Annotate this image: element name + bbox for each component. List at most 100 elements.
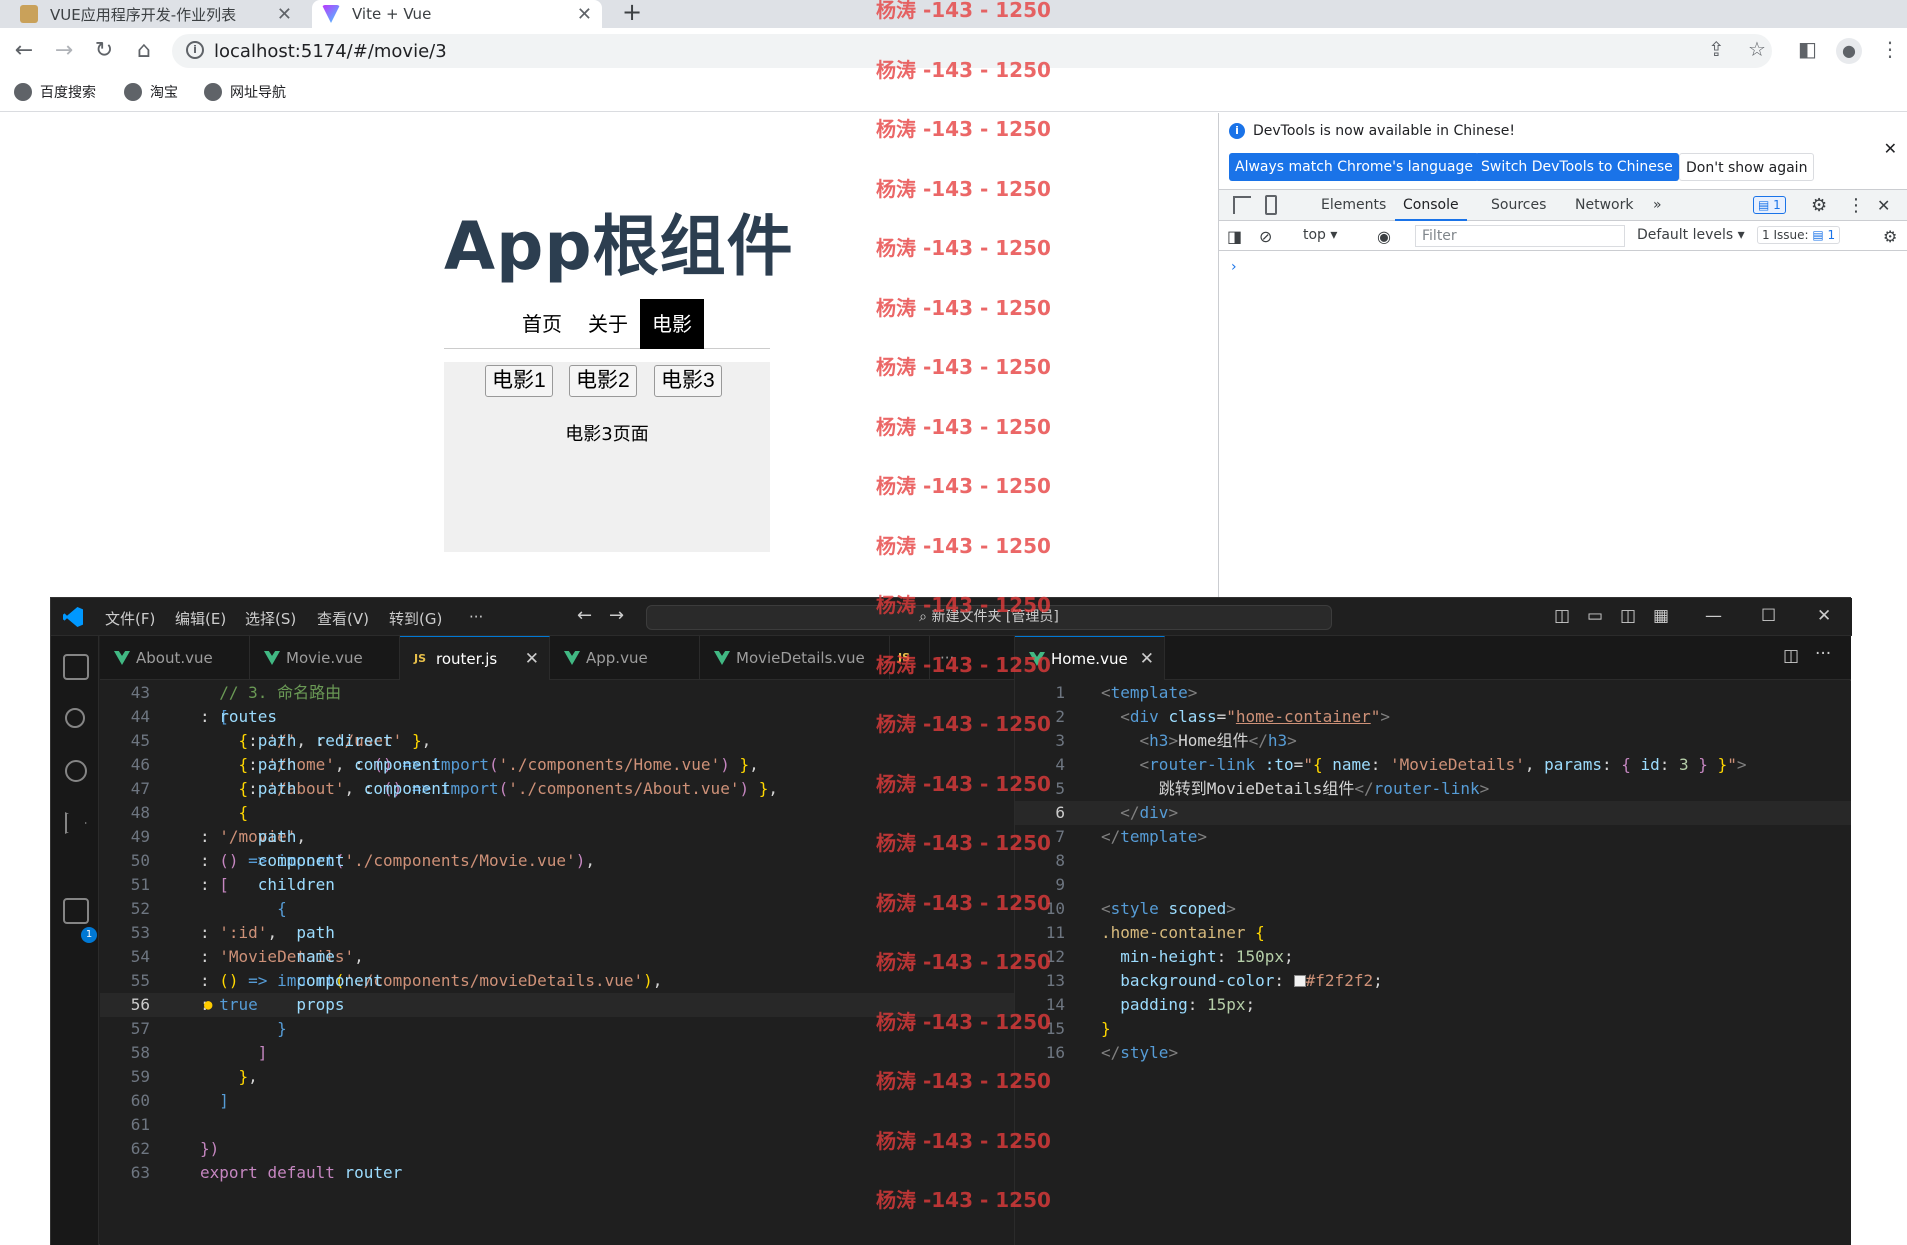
bookmark-baidu[interactable]: 百度搜索 (14, 82, 96, 102)
log-levels-select[interactable]: Default levels ▾ (1637, 227, 1745, 243)
nav-link-home[interactable]: 首页 (522, 299, 562, 349)
url-text: localhost:5174/#/movie/3 (214, 41, 447, 62)
menu-file[interactable]: 文件(F) (105, 608, 155, 629)
reload-icon[interactable]: ↻ (90, 37, 118, 65)
nav-link-movie[interactable]: 电影 (640, 299, 704, 349)
forward-icon[interactable]: → (50, 37, 78, 65)
extensions-icon[interactable] (63, 898, 89, 924)
bookmark-star-icon[interactable]: ☆ (1748, 37, 1766, 61)
switch-chinese-button[interactable]: Switch DevTools to Chinese (1475, 153, 1679, 181)
customize-layout-icon[interactable]: ▦ (1653, 606, 1669, 626)
settings-gear-icon[interactable]: ⚙ (1811, 190, 1827, 221)
home-icon[interactable]: ⌂ (130, 37, 158, 65)
bookmark-taobao[interactable]: 淘宝 (124, 82, 178, 102)
code-line: ] (200, 1091, 229, 1110)
watermark-text: 杨涛 -143 - 1250 (876, 355, 1051, 379)
bookmark-nav[interactable]: 网址导航 (204, 82, 286, 102)
nav-back-icon[interactable]: ← (577, 605, 592, 626)
issues-badge[interactable]: 1 Issue: ▤ 1 (1757, 226, 1841, 244)
close-tab-icon[interactable]: ✕ (577, 4, 592, 25)
line-number: 63 (130, 1163, 150, 1182)
vue-file-icon (564, 651, 580, 665)
vite-logo-icon (322, 5, 340, 23)
code-line: // 3. 命名路由 (200, 683, 342, 702)
home-vue-editor[interactable]: 1 2 3 4 5 6 7 8 9 10 11 12 13 14 15 16 <template> <div … (1015, 681, 1851, 1245)
device-toolbar-icon[interactable] (1265, 195, 1277, 215)
profile-avatar-icon[interactable]: ● (1836, 38, 1862, 64)
close-tab-icon[interactable]: ✕ (277, 4, 292, 25)
tab-title: Vite + Vue (352, 5, 432, 23)
menu-go[interactable]: 转到(G) (389, 608, 442, 629)
line-number: 54 (130, 947, 150, 966)
close-devtools-icon[interactable]: ✕ (1877, 190, 1890, 221)
more-tabs-icon[interactable]: » (1653, 190, 1662, 221)
code-line: padding: 15px; (1101, 995, 1256, 1014)
messages-badge[interactable]: ▤ 1 (1753, 196, 1786, 214)
match-language-button[interactable]: Always match Chrome's language (1229, 153, 1479, 181)
close-window-icon[interactable]: ✕ (1817, 606, 1831, 626)
live-expression-eye-icon[interactable]: ◉ (1377, 227, 1391, 246)
close-tab-icon[interactable]: ✕ (1140, 637, 1154, 681)
site-info-icon[interactable]: i (186, 41, 204, 59)
clear-console-icon[interactable]: ⊘ (1259, 227, 1272, 246)
close-notice-icon[interactable]: ✕ (1884, 139, 1897, 158)
tab-about-vue[interactable]: About.vue (100, 636, 250, 680)
watermark-text: 杨涛 -143 - 1250 (876, 890, 1051, 915)
watermark-text: 杨涛 -143 - 1250 (876, 771, 1051, 796)
browser-tab-vite[interactable]: Vite + Vue ✕ (312, 0, 602, 28)
explorer-icon[interactable] (63, 654, 89, 680)
menu-edit[interactable]: 编辑(E) (175, 608, 226, 629)
search-icon[interactable] (65, 708, 85, 728)
tab-movie-vue[interactable]: Movie.vue (250, 636, 400, 680)
vscode-logo-icon (63, 607, 83, 627)
inspect-element-icon[interactable] (1233, 196, 1251, 214)
console-settings-gear-icon[interactable]: ⚙ (1883, 227, 1897, 246)
console-prompt[interactable]: › (1231, 259, 1237, 275)
menu-selection[interactable]: 选择(S) (245, 608, 296, 629)
tab-console[interactable]: Console (1395, 190, 1467, 221)
tab-app-vue[interactable]: App.vue (550, 636, 700, 680)
code-line: component: () => import('./components/mo… (200, 971, 663, 990)
movie-3-button[interactable]: 电影3 (654, 365, 722, 397)
maximize-icon[interactable]: ☐ (1761, 606, 1776, 626)
tab-router-js[interactable]: JS router.js ✕ (400, 636, 550, 680)
tab-network[interactable]: Network (1575, 190, 1633, 221)
split-editor-icon[interactable]: ◫ (1783, 646, 1799, 666)
watermark-text: 杨涛 -143 - 1250 (876, 593, 1051, 617)
console-filter-input[interactable]: Filter (1415, 225, 1625, 247)
nav-forward-icon[interactable]: → (609, 605, 624, 626)
lightbulb-icon[interactable]: ● (204, 997, 212, 1013)
toggle-panel-icon[interactable]: ▭ (1587, 606, 1603, 626)
tab-sources[interactable]: Sources (1491, 190, 1546, 221)
extensions-badge: 1 (81, 927, 97, 943)
nav-link-about[interactable]: 关于 (588, 299, 628, 349)
js-file-icon: JS (414, 652, 427, 665)
minimize-icon[interactable]: — (1705, 606, 1722, 626)
menu-more[interactable]: ··· (469, 608, 483, 626)
menu-view[interactable]: 查看(V) (317, 608, 369, 629)
editor-more-icon[interactable]: ··· (1815, 644, 1831, 664)
side-panel-icon[interactable]: ◧ (1798, 37, 1817, 61)
movie-2-button[interactable]: 电影2 (569, 365, 637, 397)
new-tab-icon[interactable]: + (622, 0, 642, 26)
toggle-secondary-sidebar-icon[interactable]: ◫ (1620, 606, 1636, 626)
dont-show-again-button[interactable]: Don't show again (1679, 153, 1815, 181)
toggle-primary-sidebar-icon[interactable]: ◫ (1554, 606, 1570, 626)
tab-moviedetails-vue[interactable]: MovieDetails.vue (700, 636, 890, 680)
sidebar-toggle-icon[interactable]: ◨ (1227, 227, 1242, 246)
back-icon[interactable]: ← (10, 37, 38, 65)
code-line: { path: '/', redirect: '/user' }, (200, 731, 432, 750)
line-number: 43 (130, 683, 150, 702)
share-icon[interactable]: ⇪ (1708, 37, 1725, 61)
browser-tab-homework[interactable]: VUE应用程序开发-作业列表 ✕ (20, 0, 302, 28)
devtools-menu-icon[interactable]: ⋮ (1847, 190, 1865, 221)
source-control-icon[interactable] (65, 760, 87, 782)
movie-1-button[interactable]: 电影1 (485, 365, 553, 397)
color-swatch-icon[interactable] (1293, 975, 1306, 987)
tab-label: router.js (436, 650, 498, 668)
context-selector[interactable]: top ▾ (1303, 227, 1337, 243)
menu-kebab-icon[interactable]: ⋮ (1880, 37, 1900, 61)
tab-elements[interactable]: Elements (1321, 190, 1386, 221)
close-tab-icon[interactable]: ✕ (525, 637, 539, 681)
run-debug-icon[interactable] (65, 812, 87, 834)
